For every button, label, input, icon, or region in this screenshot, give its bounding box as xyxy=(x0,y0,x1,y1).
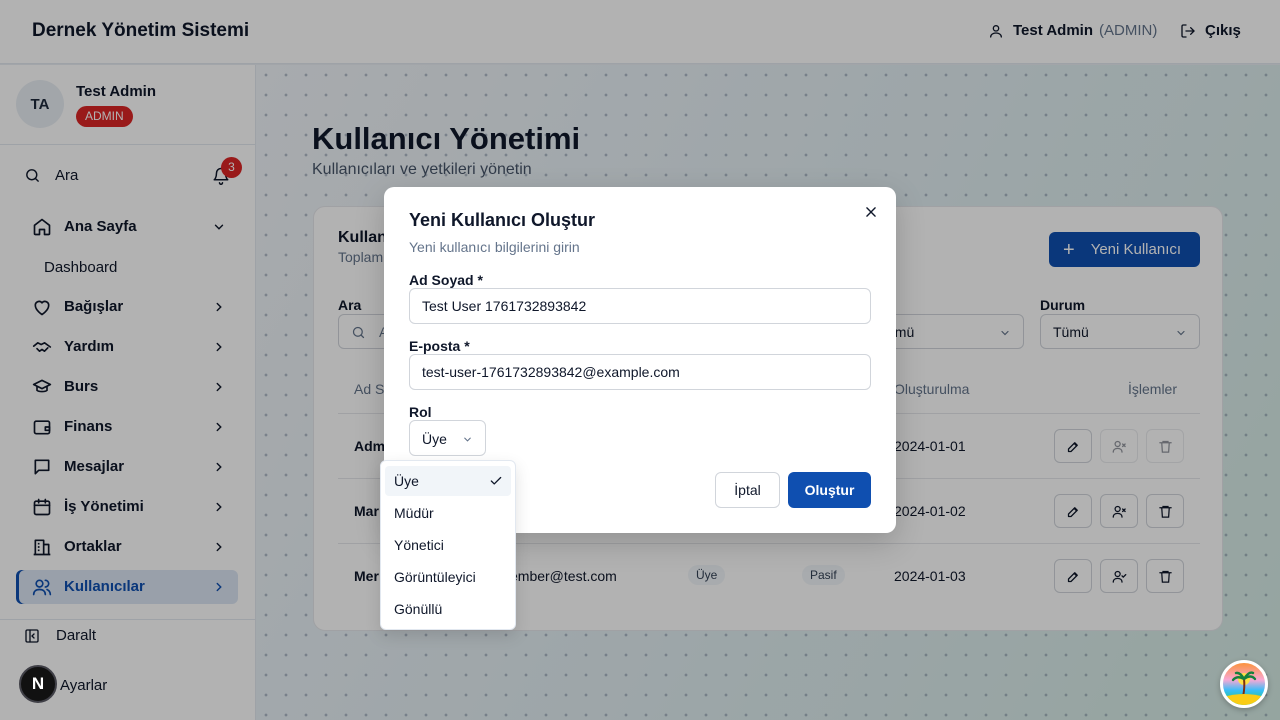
name-label: Ad Soyad * xyxy=(409,272,483,288)
name-field[interactable] xyxy=(409,288,871,324)
option-label: Yönetici xyxy=(394,537,444,553)
option-label: Görüntüleyici xyxy=(394,569,476,585)
option-label: Üye xyxy=(394,473,419,489)
role-select-value: Üye xyxy=(422,431,447,447)
assistant-avatar-button[interactable] xyxy=(1220,660,1268,708)
role-option-yonetici[interactable]: Yönetici xyxy=(385,530,511,560)
close-icon[interactable] xyxy=(864,205,878,219)
palm-beach-icon xyxy=(1223,671,1265,705)
option-label: Gönüllü xyxy=(394,601,443,617)
dev-tools-button[interactable]: N xyxy=(19,665,57,703)
email-label: E-posta * xyxy=(409,338,470,354)
role-dropdown-menu: Üye Müdür Yönetici Görüntüleyici Gönüllü xyxy=(380,460,516,630)
role-option-mudur[interactable]: Müdür xyxy=(385,498,511,528)
dialog-subtitle: Yeni kullanıcı bilgilerini girin xyxy=(409,239,580,255)
role-select[interactable]: Üye xyxy=(409,420,486,456)
check-icon xyxy=(490,476,502,485)
chevron-down-icon xyxy=(464,437,471,442)
cancel-button[interactable]: İptal xyxy=(715,472,780,508)
role-option-gonullu[interactable]: Gönüllü xyxy=(385,594,511,624)
role-label: Rol xyxy=(409,404,432,420)
option-label: Müdür xyxy=(394,505,434,521)
role-option-uye[interactable]: Üye xyxy=(385,466,511,496)
create-button[interactable]: Oluştur xyxy=(788,472,871,508)
role-option-goruntuleyici[interactable]: Görüntüleyici xyxy=(385,562,511,592)
dialog-title: Yeni Kullanıcı Oluştur xyxy=(409,210,596,230)
email-field[interactable] xyxy=(409,354,871,390)
